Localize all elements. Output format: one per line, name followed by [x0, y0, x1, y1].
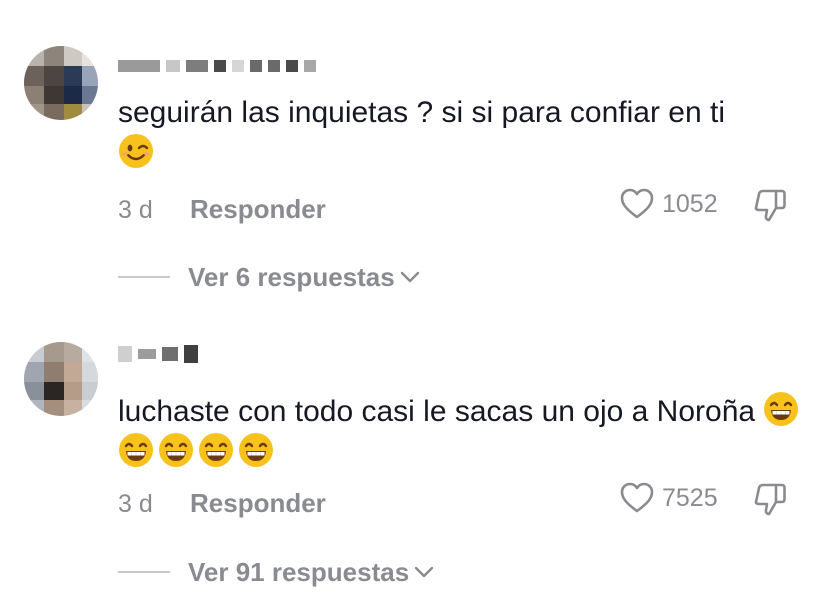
reply-button[interactable]: Responder: [190, 488, 326, 519]
chevron-down-icon: [414, 566, 434, 578]
heart-outline-icon: [620, 188, 654, 219]
comment-meta: 3 d Responder 7525: [118, 482, 798, 522]
like-button[interactable]: 1052: [620, 188, 718, 220]
winking-face-icon: [119, 134, 153, 168]
divider-line: [118, 276, 170, 278]
comment-meta: 3 d Responder 1052: [118, 188, 798, 228]
username-redacted[interactable]: [118, 344, 198, 364]
grinning-face-icon: [159, 433, 193, 467]
thumbs-down-outline-icon: [754, 483, 786, 516]
view-replies-label: Ver 6 respuestas: [188, 261, 395, 292]
grinning-face-icon: [764, 392, 799, 426]
chevron-down-icon: [400, 271, 419, 283]
view-replies-label: Ver 91 respuestas: [188, 556, 410, 587]
view-replies-button[interactable]: Ver 6 respuestas: [118, 257, 421, 297]
dislike-button[interactable]: [752, 188, 788, 229]
like-button[interactable]: 7525: [620, 482, 718, 514]
grinning-face-icon: [199, 433, 233, 467]
comment-text-content: seguirán las inquietas ? si si para conf…: [118, 96, 726, 129]
comment-date: 3 d: [118, 196, 153, 224]
comment-text: luchaste con todo casi le sacas un ojo a…: [118, 391, 808, 473]
thumbs-down-outline-icon: [754, 189, 786, 222]
avatar[interactable]: [24, 46, 98, 120]
reply-button[interactable]: Responder: [190, 194, 326, 225]
avatar[interactable]: [24, 342, 98, 416]
dislike-button[interactable]: [752, 482, 788, 523]
heart-outline-icon: [620, 482, 654, 513]
view-replies-button[interactable]: Ver 91 respuestas: [118, 552, 435, 592]
grinning-face-icon: [119, 433, 153, 467]
comment-text-content: luchaste con todo casi le sacas un ojo a…: [118, 395, 756, 428]
divider-line: [118, 571, 170, 573]
like-count: 7525: [662, 483, 718, 512]
grinning-face-icon: [239, 433, 273, 467]
username-redacted[interactable]: [118, 56, 316, 76]
comment-text: seguirán las inquietas ? si si para conf…: [118, 93, 808, 174]
like-count: 1052: [662, 189, 718, 218]
comment-date: 3 d: [118, 490, 153, 518]
